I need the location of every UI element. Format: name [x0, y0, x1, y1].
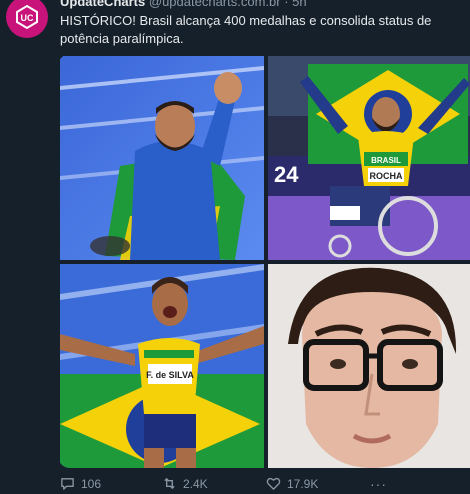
like-button[interactable]: 17.9K — [266, 476, 318, 491]
more-options-button[interactable]: ··· — [370, 476, 387, 492]
tweet-text: HISTÓRICO! Brasil alcança 400 medalhas e… — [60, 13, 432, 46]
svg-text:UC: UC — [21, 13, 34, 23]
like-count: 17.9K — [287, 476, 319, 491]
photo-sprinter-celebrating[interactable]: F. de SILVA — [60, 264, 264, 468]
bib-de-silva: F. de SILVA — [146, 370, 194, 380]
separator-dot: · — [280, 0, 293, 9]
author-avatar[interactable]: UC — [6, 0, 48, 38]
update-charts-logo-icon: UC — [16, 4, 38, 30]
retweet-icon — [164, 477, 175, 490]
tweet-header: UpdateCharts @updatecharts.com.br · 5h — [60, 0, 307, 10]
reply-icon — [61, 478, 74, 490]
photo-wheelchair-athlete[interactable]: BRASIL ROCHA 24 — [268, 56, 470, 260]
author-handle[interactable]: @updatecharts.com.br — [149, 0, 281, 9]
photo-young-man-selfie[interactable] — [268, 264, 470, 468]
jersey-text: BRASIL — [371, 156, 401, 165]
scoreboard-number: 24 — [274, 162, 299, 187]
retweet-count: 2.4K — [183, 476, 208, 491]
tweet-actions: 106 2.4K 17.9K ··· — [58, 476, 458, 494]
photo-athlete-waving[interactable] — [60, 56, 264, 260]
media-grid: BRASIL ROCHA 24 F. de SILVA — [58, 54, 470, 468]
heart-icon — [266, 477, 281, 490]
author-name[interactable]: UpdateCharts — [60, 0, 145, 9]
retweet-button[interactable]: 2.4K — [162, 476, 208, 491]
reply-button[interactable]: 106 — [60, 476, 101, 491]
tweet-time[interactable]: 5h — [292, 0, 306, 9]
reply-count: 106 — [81, 476, 102, 491]
bib-rocha: ROCHA — [370, 171, 403, 181]
tweet: UC UpdateCharts @updatecharts.com.br · 5… — [0, 0, 470, 494]
